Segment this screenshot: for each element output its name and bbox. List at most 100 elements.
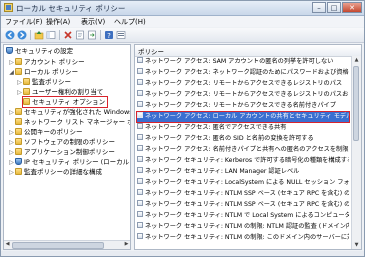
policy-setting-icon (137, 156, 143, 162)
folder-icon (23, 97, 30, 105)
policy-row[interactable]: ネットワーク セキュリティ: LAN Manager 認証レベル (137, 167, 349, 177)
folder-icon (15, 107, 22, 115)
policy-setting-icon (137, 112, 143, 118)
view-button[interactable] (116, 30, 126, 40)
policy-row[interactable]: ネットワーク アクセス: ネットワーク認証のためにパスワードおよび資格情 (137, 68, 349, 78)
policy-setting-icon (137, 189, 143, 195)
folder-icon (15, 137, 22, 145)
menu-file[interactable]: ファイル(F) (5, 17, 43, 27)
policy-row[interactable]: ネットワーク アクセス: 匿名の SID と名前の変換を許可する (137, 134, 349, 144)
column-header-policy[interactable]: ポリシー (135, 45, 361, 57)
menu-view[interactable]: 表示(V) (81, 17, 105, 27)
menu-action[interactable]: 操作(A) (46, 17, 70, 27)
maximize-button[interactable]: □ (327, 2, 341, 13)
delete-button[interactable] (63, 30, 73, 40)
tree-horizontal-scrollbar[interactable]: ◀ ▶ (4, 240, 130, 249)
scroll-up-icon[interactable]: ▲ (352, 56, 361, 64)
tree-node-security-settings[interactable]: セキュリティの設定 (6, 46, 73, 56)
close-button[interactable]: ✕ (342, 2, 362, 13)
policy-setting-icon (137, 90, 143, 96)
tree-node-label: 公開キーのポリシー (24, 128, 83, 136)
folder-icon (23, 77, 30, 85)
title-bar[interactable]: ローカル セキュリティ ポリシー – □ ✕ (1, 1, 364, 16)
tree-node-account-policies[interactable]: ▷ アカウント ポリシー (8, 57, 85, 67)
policy-row[interactable]: ネットワーク セキュリティ: NTLM の制限: このドメイン内のサーバーに対 (137, 233, 349, 243)
tree-node-windows-firewall[interactable]: ▷ セキュリティが強化された Windows ファ (8, 107, 130, 118)
back-icon (5, 30, 15, 40)
up-folder-icon (34, 31, 44, 40)
tree-node-application-control[interactable]: ▷ アプリケーション制御ポリシー (8, 147, 115, 157)
folder-icon (15, 147, 22, 155)
scroll-down-icon[interactable]: ▼ (352, 241, 361, 249)
delete-icon (64, 31, 72, 39)
tree-node-label: セキュリティ オプション (32, 98, 106, 106)
scroll-right-icon[interactable]: ▶ (123, 241, 130, 248)
policy-setting-icon (137, 167, 143, 173)
minimize-button[interactable]: – (312, 2, 326, 13)
tree-pane[interactable]: セキュリティの設定 ▷ アカウント ポリシー ◢ ローカル ポリシー ▷ 監査ポリシー… (3, 44, 131, 250)
policy-name: ネットワーク アクセス: 匿名の SID と名前の変換を許可する (145, 135, 314, 142)
forward-button[interactable] (17, 30, 27, 40)
tree-node-advanced-audit[interactable]: ▷ 監査ポリシーの詳細な構成 (8, 167, 102, 177)
expand-icon[interactable]: ▷ (8, 168, 15, 178)
tree-node-software-restriction[interactable]: ▷ ソフトウェアの制限のポリシー (8, 137, 115, 147)
tree-node-label: 監査ポリシー (32, 78, 71, 86)
shield-icon (6, 46, 13, 54)
toolbar: ? (1, 28, 364, 43)
export-button[interactable] (87, 30, 97, 40)
collapse-icon[interactable]: ◢ (8, 68, 15, 78)
policy-row[interactable]: ネットワーク アクセス: ローカル アカウントの共有とセキュリティ モデル (136, 111, 350, 123)
policy-row[interactable]: ネットワーク セキュリティ: NTLM で Local System によるコン… (137, 211, 349, 221)
policy-list-pane[interactable]: ポリシー ネットワーク アクセス: SAM アカウントの匿名の列挙を許可しないネ… (134, 44, 362, 250)
scroll-thumb[interactable] (353, 66, 359, 141)
export-icon (88, 30, 96, 40)
menu-bar: ファイル(F) 操作(A) 表示(V) ヘルプ(H) (1, 16, 364, 27)
expand-icon[interactable]: ▷ (8, 108, 15, 118)
window-title: ローカル セキュリティ ポリシー (16, 4, 126, 13)
tree-node-audit-policy[interactable]: ▷ 監査ポリシー (16, 77, 71, 87)
policy-row[interactable]: ネットワーク アクセス: 匿名でアクセスできる共有 (137, 123, 349, 133)
policy-name: ネットワーク セキュリティ: NTLM SSP ベース (セキュア RPC を含… (145, 190, 349, 197)
policy-name: ネットワーク セキュリティ: NTLM で Local System によるコン… (145, 212, 349, 219)
up-folder-button[interactable] (34, 30, 44, 40)
policy-vertical-scrollbar[interactable]: ▲ ▼ (351, 56, 361, 249)
policy-name: ネットワーク セキュリティ: NTLM の制限: このドメイン内のサーバーに対 (145, 234, 349, 241)
policy-row[interactable]: ネットワーク アクセス: SAM アカウントの匿名の列挙を許可しない (137, 57, 349, 67)
policy-row[interactable]: ネットワーク アクセス: 名前付きパイプと共有への匿名のアクセスを制限す (137, 145, 349, 155)
maximize-icon: □ (330, 3, 338, 12)
svg-text:?: ? (107, 32, 111, 40)
policy-setting-icon (137, 101, 143, 107)
policy-setting-icon (137, 233, 143, 239)
app-icon (4, 3, 13, 12)
policy-row[interactable]: ネットワーク セキュリティ: LocalSystem による NULL セッショ… (137, 178, 349, 188)
properties-button[interactable] (75, 30, 85, 40)
policy-row[interactable]: ネットワーク アクセス: リモートからアクセスできるレジストリのパスおよ (137, 90, 349, 100)
policy-setting-icon (137, 123, 143, 129)
policy-row[interactable]: ネットワーク セキュリティ: Kerberos で許可する暗号化の種類を構成する (137, 156, 349, 166)
policy-row[interactable]: ネットワーク セキュリティ: NTLM SSP ベース (セキュア RPC を含… (137, 189, 349, 199)
tree-node-user-rights[interactable]: ▷ ユーザー権利の割り当て (16, 87, 103, 97)
policy-row[interactable]: ネットワーク セキュリティ: NTLM SSP ベース (セキュア RPC を含… (137, 200, 349, 210)
tree-node-network-list-manager[interactable]: ネットワーク リスト マネージャー ポリシー (15, 117, 130, 127)
shield-icon (15, 157, 22, 165)
policy-row[interactable]: ネットワーク アクセス: リモートからアクセスできるレジストリのパス (137, 79, 349, 89)
close-icon: ✕ (349, 3, 355, 12)
policy-row[interactable]: ネットワーク アクセス: リモートからアクセスできる名前付きパイプ (137, 101, 349, 111)
show-tree-button[interactable] (46, 30, 56, 40)
scroll-left-icon[interactable]: ◀ (4, 241, 11, 248)
tree-node-public-key[interactable]: ▷ 公開キーのポリシー (8, 127, 83, 137)
forward-icon (17, 30, 27, 40)
back-button[interactable] (5, 30, 15, 40)
policy-name: ネットワーク アクセス: リモートからアクセスできる名前付きパイプ (145, 102, 336, 109)
tree-node-label: ソフトウェアの制限のポリシー (24, 138, 115, 146)
policy-row[interactable]: ネットワーク セキュリティ: NTLM の制限: NTLM 認証の監査 (ドメイ… (137, 222, 349, 232)
minimize-icon: – (317, 3, 321, 12)
help-button[interactable]: ? (104, 30, 114, 40)
expand-icon[interactable]: ▷ (16, 88, 23, 98)
tree-node-local-policies[interactable]: ◢ ローカル ポリシー (8, 67, 78, 77)
policy-name: ネットワーク アクセス: ローカル アカウントの共有とセキュリティ モデル (145, 113, 349, 120)
tree-node-security-options[interactable]: セキュリティ オプション (21, 96, 109, 108)
tree-node-ip-security[interactable]: ▷IP セキュリティ ポリシー (ローカル コン (8, 157, 130, 167)
scroll-thumb[interactable] (12, 242, 104, 249)
menu-help[interactable]: ヘルプ(H) (114, 17, 146, 27)
